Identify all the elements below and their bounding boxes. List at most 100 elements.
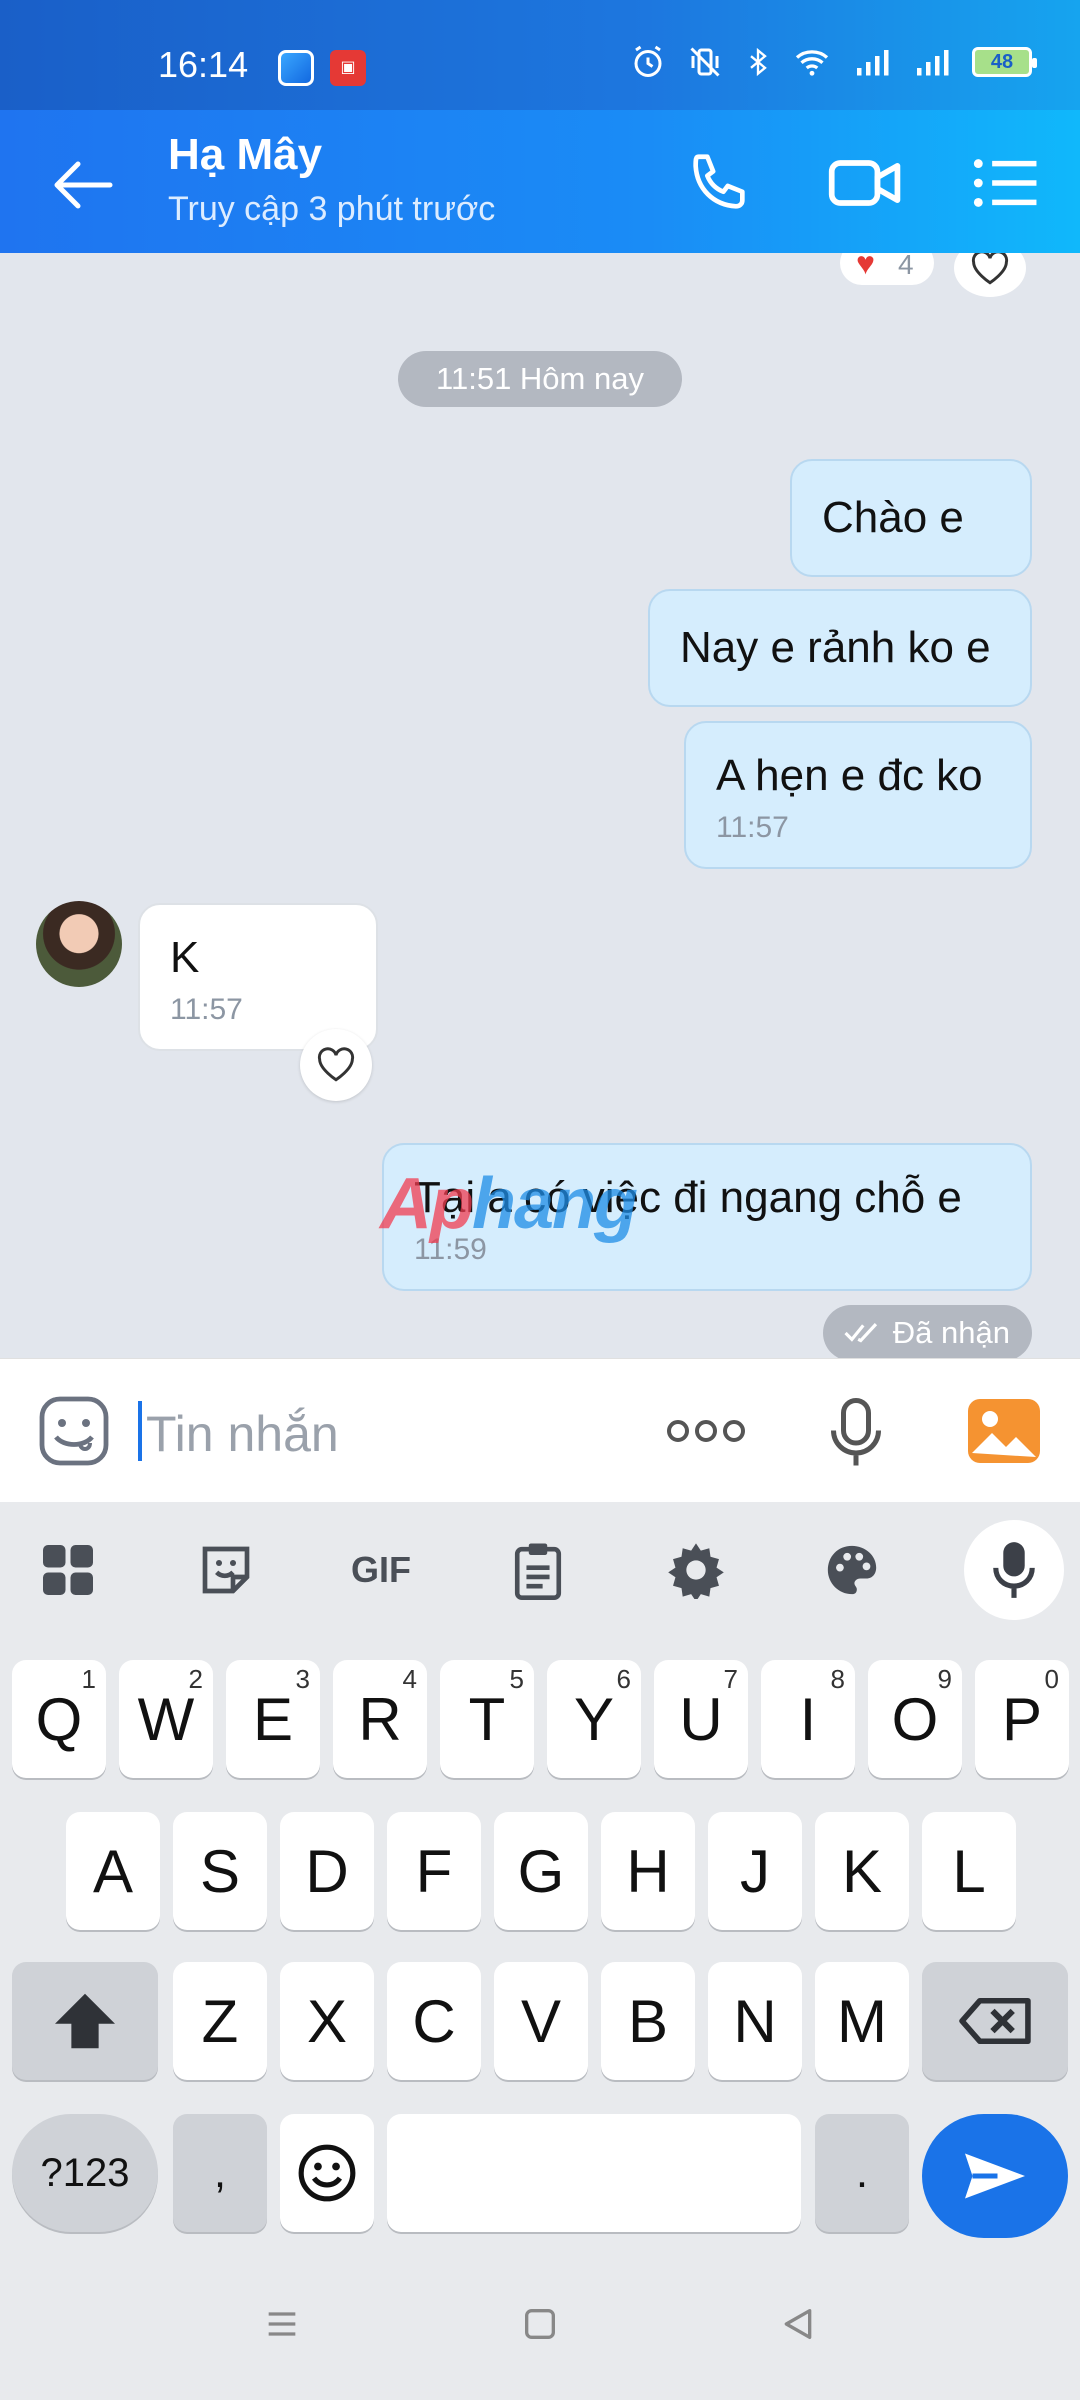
theme-button[interactable] <box>820 1538 884 1602</box>
delivery-status: Đã nhận <box>822 1305 1032 1358</box>
shift-arrow-icon <box>55 1993 115 2049</box>
keyboard-toolbar: GIF <box>0 1502 1080 1632</box>
key-label: I <box>799 1685 817 1753</box>
message-text: Nay e rảnh ko e <box>680 623 991 672</box>
video-call-button[interactable] <box>826 148 906 218</box>
photo-button[interactable] <box>966 1397 1042 1465</box>
options-button[interactable] <box>970 148 1050 218</box>
key-t[interactable]: T5 <box>440 1660 534 1778</box>
shift-key[interactable] <box>12 1962 158 2080</box>
contact-name[interactable]: Hạ Mây <box>168 130 322 180</box>
notification-app-icon <box>278 50 314 86</box>
status-time: 16:14 <box>158 44 249 85</box>
key-q[interactable]: Q1 <box>12 1660 106 1778</box>
contact-avatar[interactable] <box>36 901 122 987</box>
react-button[interactable] <box>300 1029 372 1101</box>
back-nav-button[interactable] <box>768 2294 828 2354</box>
key-h[interactable]: H <box>601 1812 695 1930</box>
key-n[interactable]: N <box>708 1962 802 2080</box>
message-input[interactable]: Tin nhắn <box>146 1405 339 1463</box>
list-menu-icon <box>973 159 1037 207</box>
home-button[interactable] <box>510 2294 570 2354</box>
message-list[interactable]: ♥ 4 11:51 Hôm nay Chào e Nay e rảnh ko e… <box>0 253 1080 1358</box>
key-p[interactable]: P0 <box>975 1660 1069 1778</box>
battery-icon: 48 <box>972 47 1037 77</box>
key-hint: 2 <box>188 1664 203 1694</box>
recent-apps-button[interactable] <box>252 2294 312 2354</box>
key-k[interactable]: K <box>815 1812 909 1930</box>
comma-key[interactable]: , <box>173 2114 267 2232</box>
contact-status: Truy cập 3 phút trước <box>168 190 496 228</box>
sticker-icon <box>202 1546 250 1594</box>
system-nav-bar <box>0 2250 1080 2400</box>
symbols-key[interactable]: ?123 <box>12 2114 158 2232</box>
message-text: K <box>170 933 200 982</box>
key-label: W <box>137 1685 195 1753</box>
apps-grid-button[interactable] <box>36 1538 100 1602</box>
text-cursor <box>138 1401 142 1461</box>
key-f[interactable]: F <box>387 1812 481 1930</box>
key-hint: 3 <box>295 1664 310 1694</box>
settings-icon <box>668 1543 724 1599</box>
clipboard-icon <box>514 1543 562 1600</box>
clipboard-button[interactable] <box>506 1538 570 1602</box>
menu-lines-icon <box>268 2312 296 2336</box>
microphone-icon <box>831 1398 881 1466</box>
key-label: P <box>1001 1685 1043 1753</box>
period-key[interactable]: . <box>815 2114 909 2232</box>
key-u[interactable]: U7 <box>654 1660 748 1778</box>
emoji-key[interactable] <box>280 2114 374 2232</box>
emoji-button[interactable] <box>38 1395 110 1467</box>
key-b[interactable]: B <box>601 1962 695 2080</box>
message-bubble-outgoing[interactable]: A hẹn e đc ko 11:57 <box>684 721 1032 869</box>
key-c[interactable]: C <box>387 1962 481 2080</box>
phone-icon <box>693 154 745 209</box>
key-m[interactable]: M <box>815 1962 909 2080</box>
message-bubble-outgoing[interactable]: Chào e <box>790 459 1032 577</box>
key-l[interactable]: L <box>922 1812 1016 1930</box>
voice-typing-button[interactable] <box>964 1520 1064 1620</box>
key-hint: 8 <box>830 1664 845 1694</box>
key-j[interactable]: J <box>708 1812 802 1930</box>
key-z[interactable]: Z <box>173 1962 267 2080</box>
sticker-button[interactable] <box>194 1538 258 1602</box>
video-camera-icon <box>828 160 901 206</box>
keyboard-settings-button[interactable] <box>664 1538 728 1602</box>
more-options-button[interactable] <box>664 1411 748 1451</box>
gif-button[interactable]: GIF <box>346 1538 416 1602</box>
key-v[interactable]: V <box>494 1962 588 2080</box>
backspace-key[interactable] <box>922 1962 1068 2080</box>
key-label: Q <box>35 1685 83 1753</box>
key-d[interactable]: D <box>280 1812 374 1930</box>
key-i[interactable]: I8 <box>761 1660 855 1778</box>
space-key[interactable] <box>387 2114 801 2232</box>
watermark-logo: Aphang <box>380 1164 638 1244</box>
key-o[interactable]: O9 <box>868 1660 962 1778</box>
heart-outline-icon <box>971 253 1009 285</box>
key-s[interactable]: S <box>173 1812 267 1930</box>
key-label: O <box>891 1685 939 1753</box>
key-y[interactable]: Y6 <box>547 1660 641 1778</box>
key-hint: 7 <box>723 1664 738 1694</box>
call-button[interactable] <box>684 148 764 218</box>
send-key[interactable] <box>922 2114 1068 2238</box>
triangle-back-icon <box>784 2309 812 2339</box>
key-e[interactable]: E3 <box>226 1660 320 1778</box>
key-w[interactable]: W2 <box>119 1660 213 1778</box>
key-x[interactable]: X <box>280 1962 374 2080</box>
alarm-icon <box>634 45 662 77</box>
key-r[interactable]: R4 <box>333 1660 427 1778</box>
reaction-count-badge[interactable]: ♥ 4 <box>840 253 934 285</box>
reaction-count: 4 <box>898 253 914 280</box>
key-hint: 5 <box>509 1664 524 1694</box>
key-g[interactable]: G <box>494 1812 588 1930</box>
key-label: Y <box>573 1685 615 1753</box>
message-bubble-outgoing[interactable]: Nay e rảnh ko e <box>648 589 1032 707</box>
react-button[interactable] <box>954 253 1026 297</box>
date-divider: 11:51 Hôm nay <box>398 351 682 407</box>
voice-message-button[interactable] <box>826 1395 886 1471</box>
key-a[interactable]: A <box>66 1812 160 1930</box>
back-button[interactable] <box>48 150 118 220</box>
key-hint: 1 <box>81 1664 96 1694</box>
key-hint: 0 <box>1044 1664 1059 1694</box>
